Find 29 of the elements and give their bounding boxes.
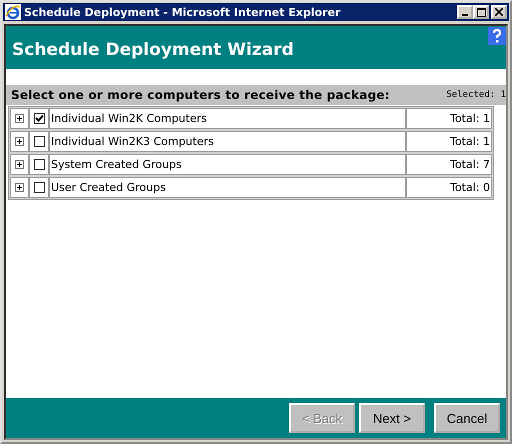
- table-cell: Total: 1: [406, 108, 492, 129]
- table-cell: Total: 0: [406, 177, 492, 198]
- table-cell: Individual Win2K3 Computers: [49, 131, 406, 152]
- table-cell: System Created Groups: [49, 154, 406, 175]
- close-icon: [495, 8, 503, 16]
- table-cell: Total: 1: [406, 131, 492, 152]
- browser-logo-icon: [5, 4, 21, 20]
- table-cell: User Created Groups: [49, 177, 406, 198]
- checkbox[interactable]: [34, 182, 44, 193]
- checkbox[interactable]: [34, 159, 44, 170]
- checkbox[interactable]: [34, 136, 44, 147]
- close-button[interactable]: [491, 5, 507, 19]
- wizard-title: Schedule Deployment Wizard: [12, 40, 294, 60]
- help-icon[interactable]: [488, 27, 506, 45]
- window-title: Schedule Deployment - Microsoft Internet Explorer: [24, 6, 342, 18]
- checkbox[interactable]: [34, 113, 44, 124]
- expand-icon[interactable]: [15, 160, 24, 169]
- selected-count: Selected: 1: [446, 90, 506, 100]
- selection-prompt: Select one or more computers to receive the package:: [11, 88, 390, 102]
- minimize-button[interactable]: [457, 5, 473, 19]
- wizard-button[interactable]: Next >: [359, 403, 425, 433]
- expand-icon[interactable]: [15, 183, 24, 192]
- table-cell: Individual Win2K Computers: [49, 108, 406, 129]
- expand-icon[interactable]: [15, 137, 24, 146]
- expand-icon[interactable]: [15, 114, 24, 123]
- maximize-icon: [476, 8, 486, 16]
- table-cell: Total: 7: [406, 154, 492, 175]
- maximize-button[interactable]: [473, 5, 489, 19]
- wizard-button[interactable]: Cancel: [434, 403, 500, 433]
